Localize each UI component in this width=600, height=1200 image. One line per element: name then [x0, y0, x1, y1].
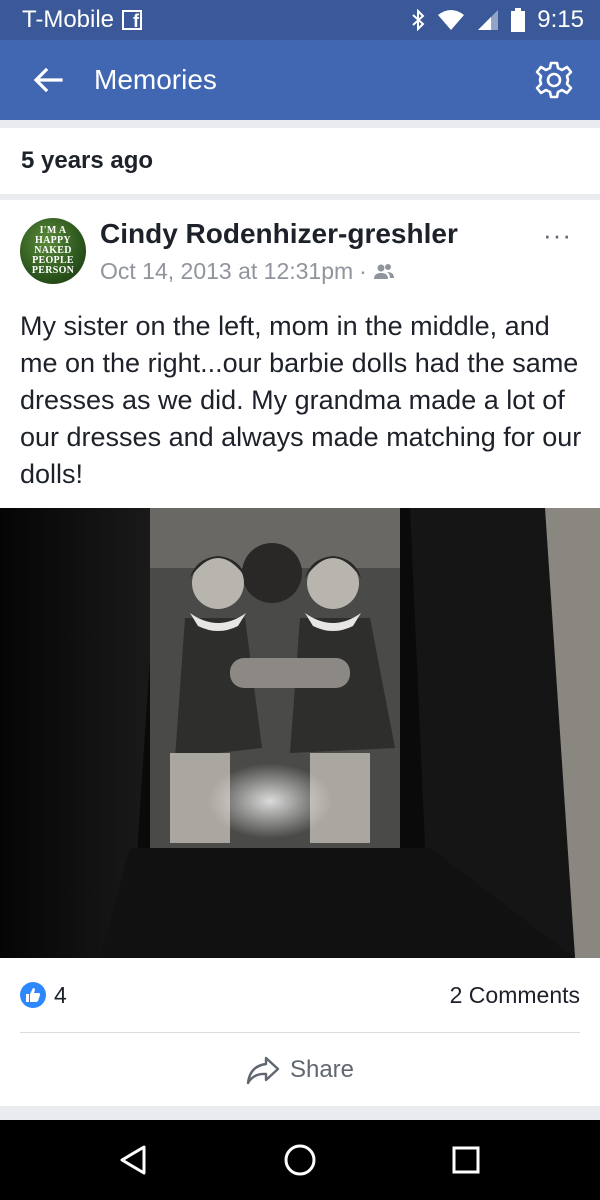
- thumbs-up-icon: [26, 988, 40, 1002]
- arrow-left-icon: [33, 67, 63, 93]
- battery-icon: [511, 8, 526, 32]
- back-triangle-icon: [120, 1145, 146, 1175]
- page-title: Memories: [94, 64, 217, 95]
- avatar[interactable]: I'M A HAPPY NAKED PEOPLE PERSON: [20, 218, 86, 284]
- carrier-name: T-Mobile: [22, 6, 115, 33]
- years-ago-label: 5 years ago: [21, 147, 154, 174]
- post-card: I'M A HAPPY NAKED PEOPLE PERSON Cindy Ro…: [0, 200, 600, 1106]
- vintage-photo-image: [0, 508, 600, 958]
- home-circle-icon: [284, 1144, 316, 1176]
- divider: [20, 1032, 580, 1033]
- avatar-text-line: PERSON: [31, 265, 75, 276]
- back-button[interactable]: [30, 62, 66, 98]
- share-label: Share: [289, 1056, 355, 1083]
- nav-home-button[interactable]: [280, 1140, 320, 1180]
- wifi-icon: [438, 10, 465, 30]
- reactions-bar: 4 2 Comments: [0, 978, 600, 1014]
- share-button[interactable]: Share: [0, 1048, 600, 1092]
- post-text: My sister on the left, mom in the middle…: [20, 311, 582, 489]
- post-author[interactable]: Cindy Rodenhizer-greshler: [100, 218, 458, 250]
- friends-icon: [373, 263, 394, 279]
- nav-recents-button[interactable]: [446, 1140, 486, 1180]
- settings-button[interactable]: [532, 58, 576, 102]
- recents-square-icon: [452, 1146, 480, 1174]
- share-arrow-icon: [246, 1056, 280, 1085]
- status-right: 9:15: [411, 6, 584, 34]
- more-options-button[interactable]: ···: [543, 220, 572, 251]
- post-photo[interactable]: [0, 508, 600, 958]
- gear-icon: [535, 61, 573, 99]
- bluetooth-icon: [412, 9, 425, 31]
- status-time: 9:15: [537, 6, 584, 33]
- facebook-icon: f: [122, 10, 143, 30]
- nav-back-button[interactable]: [113, 1140, 153, 1180]
- like-count[interactable]: 4: [54, 982, 67, 1009]
- status-left: T-Mobile f: [22, 6, 143, 34]
- status-bar: T-Mobile f 9:15: [0, 0, 600, 40]
- system-nav-bar: [0, 1120, 600, 1200]
- signal-icon: [478, 10, 499, 30]
- like-badge[interactable]: [20, 982, 46, 1008]
- app-bar: Memories: [0, 40, 600, 120]
- comments-count[interactable]: 2 Comments: [450, 982, 580, 1009]
- memory-section-header: 5 years ago: [0, 128, 600, 194]
- post-timestamp[interactable]: Oct 14, 2013 at 12:31pm: [100, 258, 353, 285]
- meta-separator: ·: [359, 258, 367, 284]
- post-meta: Oct 14, 2013 at 12:31pm ·: [100, 258, 395, 285]
